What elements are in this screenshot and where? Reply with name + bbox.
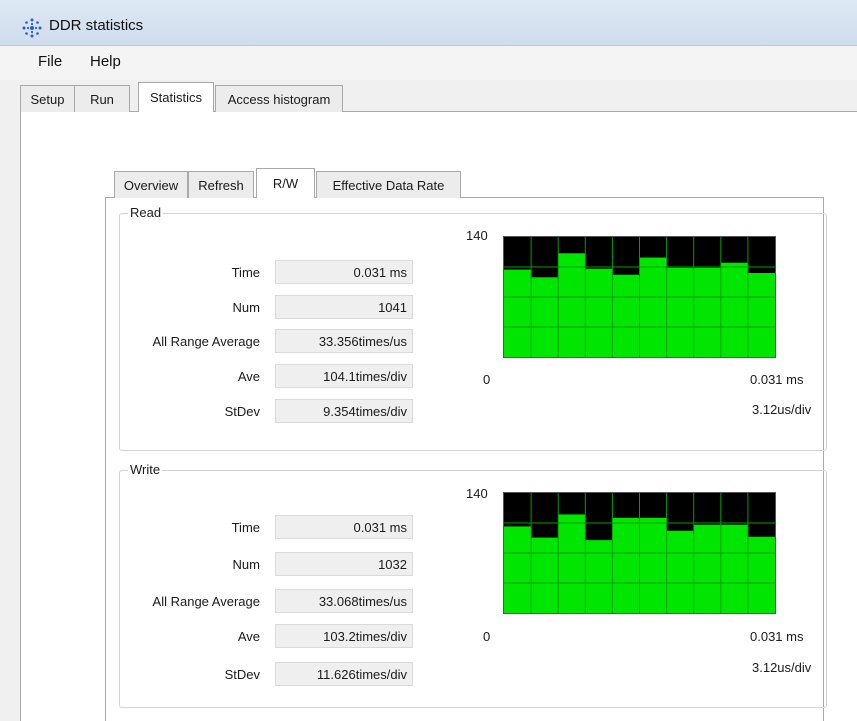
read-chart-xmax-label: 0.031 ms	[750, 372, 804, 387]
main-panel-border	[20, 111, 21, 721]
write-chart-svg	[504, 493, 775, 613]
read-chart-svg	[504, 237, 775, 357]
write-bar-8	[693, 524, 721, 613]
read-chart-xmin-label: 0	[483, 372, 491, 387]
write-all-range-average-field: 33.068times/us	[275, 589, 413, 613]
read-bar-5	[612, 274, 640, 357]
tab-setup[interactable]: Setup	[20, 85, 75, 112]
write-time-label: Time	[231, 520, 260, 535]
read-chart	[503, 236, 776, 358]
read-chart-division-label: 3.12us/div	[752, 402, 812, 417]
tab-refresh[interactable]: Refresh	[188, 171, 254, 198]
write-chart-xmin-label: 0	[483, 629, 491, 644]
read-ave-label: Ave	[237, 369, 260, 384]
write-chart	[503, 492, 776, 614]
write-bar-5	[612, 517, 640, 613]
tab-overview[interactable]: Overview	[114, 171, 188, 198]
write-stdev-label: StDev	[224, 667, 260, 682]
window-title: DDR statistics	[49, 17, 144, 34]
write-chart-ymax-label: 140	[466, 486, 488, 501]
write-bar-7	[666, 530, 694, 613]
write-num-field: 1032	[275, 552, 413, 576]
read-time-field: 0.031 ms	[275, 260, 413, 284]
read-bar-7	[666, 267, 694, 357]
write-time-field: 0.031 ms	[275, 515, 413, 539]
write-chart-xmax-label: 0.031 ms	[750, 629, 804, 644]
read-num-label: Num	[232, 300, 260, 315]
write-bar-4	[585, 540, 613, 613]
read-stdev-field: 9.354times/div	[275, 399, 413, 423]
menu-file[interactable]: File	[38, 53, 62, 70]
read-bar-8	[693, 267, 721, 357]
read-bar-4	[585, 268, 613, 357]
read-all-range-average-label: All Range Average	[152, 334, 260, 349]
write-num-label: Num	[232, 557, 260, 572]
tab-run[interactable]: Run	[74, 85, 130, 112]
write-chart-division-label: 3.12us/div	[752, 660, 812, 675]
read-bar-1	[504, 269, 532, 357]
write-all-range-average-label: All Range Average	[152, 594, 260, 609]
tab-rw[interactable]: R/W	[256, 168, 315, 198]
write-group-title: Write	[128, 462, 163, 477]
write-bar-2	[531, 537, 559, 613]
menu-bar	[0, 46, 857, 81]
read-bar-2	[531, 277, 559, 357]
write-bar-1	[504, 526, 532, 613]
read-stdev-label: StDev	[224, 404, 260, 419]
tab-effective-data-rate[interactable]: Effective Data Rate	[316, 171, 461, 198]
write-stdev-field: 11.626times/div	[275, 662, 413, 686]
write-ave-label: Ave	[237, 629, 260, 644]
sub-panel-border-left	[105, 197, 106, 721]
read-time-label: Time	[231, 265, 260, 280]
write-bar-10	[747, 536, 775, 613]
read-chart-ymax-label: 140	[466, 228, 488, 243]
sparkle-dots-icon	[20, 16, 44, 40]
read-bar-9	[720, 262, 748, 357]
write-bar-3	[558, 514, 586, 613]
write-bar-6	[639, 517, 667, 613]
read-all-range-average-field: 33.356times/us	[275, 329, 413, 353]
read-bar-6	[639, 257, 667, 357]
menu-help[interactable]: Help	[90, 53, 121, 70]
tab-statistics[interactable]: Statistics	[138, 82, 214, 112]
read-bar-3	[558, 253, 586, 357]
read-ave-field: 104.1times/div	[275, 364, 413, 388]
write-ave-field: 103.2times/div	[275, 624, 413, 648]
read-group-title: Read	[128, 205, 164, 220]
write-bar-9	[720, 524, 748, 613]
tab-access-histogram[interactable]: Access histogram	[215, 85, 343, 112]
read-bar-10	[747, 273, 775, 357]
read-num-field: 1041	[275, 295, 413, 319]
